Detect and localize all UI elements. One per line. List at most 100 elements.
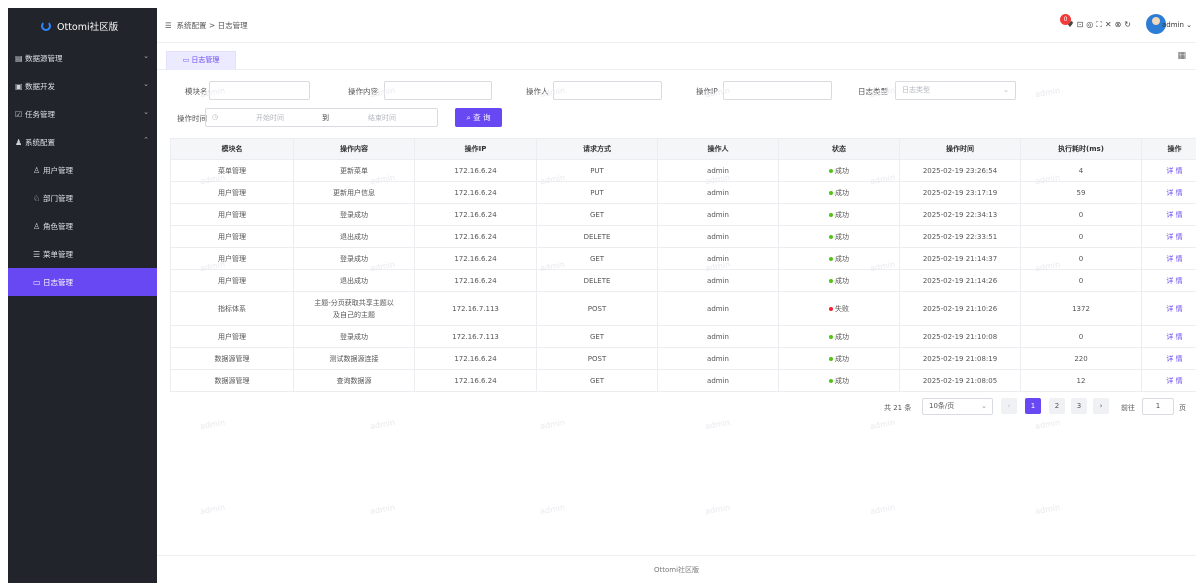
table-cell: 详 情 <box>1141 325 1196 348</box>
table-cell: 详 情 <box>1141 291 1196 326</box>
page-size-select[interactable]: 10条/页 ⌄ <box>922 398 993 415</box>
start-time-input[interactable]: 开始时间 <box>256 113 284 123</box>
sidebar-item-datasource[interactable]: ▤ 数据源管理 ⌄ <box>8 44 157 72</box>
goto-input[interactable]: 1 <box>1142 398 1174 415</box>
menu-icon: ☰ <box>33 249 41 259</box>
status-text: 成功 <box>835 166 849 175</box>
column-header: 操作内容 <box>293 138 415 160</box>
sidebar-item-log[interactable]: ▭ 日志管理 <box>8 268 157 296</box>
tab-log[interactable]: ▭ 日志管理 <box>166 51 236 70</box>
table-cell: 成功 <box>778 369 900 392</box>
status-dot-icon <box>829 378 833 383</box>
sidebar-item-department[interactable]: ♘ 部门管理 <box>8 184 157 212</box>
table-row: 数据源管理 测试数据源连接 172.16.6.24 POST admin 成功 2025-0… <box>170 347 1196 370</box>
user-menu[interactable]: admin ⌄ <box>1162 21 1192 29</box>
operator-input[interactable] <box>553 81 662 100</box>
table-row: 用户管理 退出成功 172.16.6.24 DELETE admin 成功 2025-02-… <box>170 269 1196 292</box>
detail-link[interactable]: 详 情 <box>1166 377 1182 385</box>
column-header: 状态 <box>778 138 900 160</box>
user-icon: ♙ <box>33 165 41 175</box>
table-cell: admin <box>657 291 779 326</box>
detail-link[interactable]: 详 情 <box>1166 233 1182 241</box>
detail-link[interactable]: 详 情 <box>1166 277 1182 285</box>
lock-icon[interactable]: ⊡ <box>1077 20 1087 29</box>
table-cell: 2025-02-19 21:14:37 <box>899 247 1021 270</box>
table-cell: 172.16.6.24 <box>414 269 537 292</box>
table-cell: 172.16.7.113 <box>414 291 537 326</box>
watermark: admin <box>369 417 396 432</box>
table-cell: admin <box>657 203 779 226</box>
status-text: 成功 <box>835 254 849 263</box>
grid-icon[interactable]: ▦ <box>1177 51 1186 61</box>
time-label: 操作时间 <box>177 114 207 123</box>
sidebar-item-develop[interactable]: ▣ 数据开发 ⌄ <box>8 72 157 100</box>
table-cell: 成功 <box>778 325 900 348</box>
sidebar-item-label: 用户管理 <box>43 165 73 175</box>
watermark: admin <box>199 417 226 432</box>
settings-icon[interactable]: ⊗ <box>1115 20 1125 29</box>
detail-link[interactable]: 详 情 <box>1166 305 1182 313</box>
detail-link[interactable]: 详 情 <box>1166 333 1182 341</box>
ip-input[interactable] <box>723 81 832 100</box>
sidebar-item-system-config[interactable]: ♟ 系统配置 ⌃ <box>8 128 157 156</box>
refresh-icon[interactable]: ↻ <box>1124 20 1134 29</box>
status-text: 成功 <box>835 188 849 197</box>
sidebar-item-menu[interactable]: ☰ 菜单管理 <box>8 240 157 268</box>
table-cell: 登录成功 <box>293 247 415 270</box>
sidebar-item-task[interactable]: ☑ 任务管理 ⌄ <box>8 100 157 128</box>
page-suffix: 页 <box>1179 404 1186 412</box>
watermark: admin <box>704 417 731 432</box>
fullscreen-icon[interactable]: ⛶ <box>1096 20 1105 29</box>
watermark: admin <box>1034 502 1061 517</box>
log-icon: ▭ <box>33 277 41 287</box>
breadcrumb-item-system-config[interactable]: 系统配置 <box>177 21 207 30</box>
table-cell: 172.16.7.113 <box>414 325 537 348</box>
page-button[interactable]: 1 <box>1025 398 1041 414</box>
table-body: 菜单管理 更新菜单 172.16.6.24 PUT admin 成功 2025-02-19 … <box>170 159 1196 392</box>
bell-icon[interactable]: ◎ <box>1086 20 1096 29</box>
end-time-input[interactable]: 结束时间 <box>368 113 396 123</box>
status-text: 成功 <box>835 376 849 385</box>
content-input[interactable] <box>384 81 492 100</box>
language-icon[interactable]: ✕ <box>1105 20 1115 29</box>
detail-link[interactable]: 详 情 <box>1166 189 1182 197</box>
table-header: 模块名 操作内容 操作IP 请求方式 操作人 状态 操作时间 执行耗时(ms) 操作 <box>170 138 1196 160</box>
sidebar: Ottomi社区版 ▤ 数据源管理 ⌄ ▣ 数据开发 ⌄ ☑ 任务管理 ⌄ ♟ … <box>8 8 157 583</box>
table-cell: admin <box>657 369 779 392</box>
detail-link[interactable]: 详 情 <box>1166 355 1182 363</box>
table-cell: 详 情 <box>1141 247 1196 270</box>
table-cell: 用户管理 <box>170 247 294 270</box>
detail-link[interactable]: 详 情 <box>1166 211 1182 219</box>
page-button[interactable]: 2 <box>1049 398 1065 414</box>
sidebar-item-label: 菜单管理 <box>43 249 73 259</box>
table-row: 指标体系 主题-分页获取共享主题以及自己的主题 172.16.7.113 POST ad… <box>170 291 1196 326</box>
detail-link[interactable]: 详 情 <box>1166 255 1182 263</box>
table-cell: 测试数据源连接 <box>293 347 415 370</box>
column-header: 操作时间 <box>899 138 1021 160</box>
table-cell: 2025-02-19 21:08:19 <box>899 347 1021 370</box>
detail-link[interactable]: 详 情 <box>1166 167 1182 175</box>
chevron-up-icon: ⌃ <box>143 136 149 144</box>
log-type-select[interactable]: 日志类型 ⌄ <box>895 81 1016 100</box>
page-button[interactable]: 3 <box>1071 398 1087 414</box>
next-page-button[interactable]: › <box>1093 398 1109 414</box>
table-cell: 数据源管理 <box>170 347 294 370</box>
footer: Ottomi社区版 <box>157 555 1196 583</box>
chevron-down-icon: ⌄ <box>1003 86 1009 94</box>
table-row: 用户管理 退出成功 172.16.6.24 DELETE admin 成功 2025-02-… <box>170 225 1196 248</box>
table-cell: 用户管理 <box>170 325 294 348</box>
table-cell: 退出成功 <box>293 225 415 248</box>
status-text: 成功 <box>835 354 849 363</box>
sidebar-item-user[interactable]: ♙ 用户管理 <box>8 156 157 184</box>
table-cell: admin <box>657 269 779 292</box>
menu-fold-icon[interactable]: ☰ <box>165 21 172 30</box>
table-cell: 更新用户信息 <box>293 181 415 204</box>
table-cell: DELETE <box>536 225 658 248</box>
table-row: 数据源管理 查询数据源 172.16.6.24 GET admin 成功 2025-02-1… <box>170 369 1196 392</box>
sidebar-item-role[interactable]: ♙ 角色管理 <box>8 212 157 240</box>
time-range-picker[interactable]: ◷ 开始时间 到 结束时间 <box>205 108 438 127</box>
table-cell: 成功 <box>778 225 900 248</box>
prev-page-button[interactable]: ‹ <box>1001 398 1017 414</box>
watermark: admin <box>199 502 226 517</box>
query-button[interactable]: ⌕ 查 询 <box>455 108 502 127</box>
